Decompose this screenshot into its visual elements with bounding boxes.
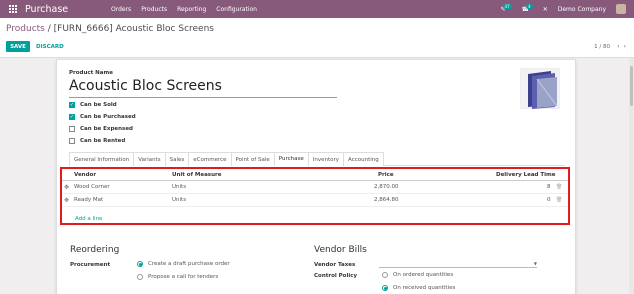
trash-icon[interactable]: 🗑	[556, 184, 562, 190]
pager-value[interactable]: 1 / 80	[594, 44, 610, 50]
pager-arrows: ‹ ›	[617, 43, 626, 50]
breadcrumb-separator: /	[44, 24, 54, 34]
vendor-pricelist-table: Vendor Unit of Measure Price Delivery Le…	[60, 167, 570, 225]
price-cell: 2,870.00	[374, 184, 399, 190]
scrollbar-thumb[interactable]	[630, 66, 633, 106]
menu-reporting[interactable]: Reporting	[177, 6, 206, 13]
table-row[interactable]: ✥ Ready Mat Units 2,864.80 0 🗑	[62, 195, 568, 207]
company-switcher[interactable]: Demo Company	[558, 6, 606, 13]
checkbox-unchecked-icon[interactable]	[69, 138, 75, 144]
vendor-taxes-label: Vendor Taxes	[314, 262, 356, 268]
activity-icon[interactable]: ☎4	[522, 3, 533, 13]
radio-label: On received quantities	[393, 285, 456, 291]
product-name-label: Product Name	[69, 70, 113, 76]
radio-label: On ordered quantities	[393, 272, 454, 278]
navbar-systray: ✎47 ☎4 ✕ Demo Company	[501, 0, 626, 18]
table-row[interactable]: ✥ Wood Corner Units 2,870.00 8 🗑	[62, 182, 568, 194]
add-line-link[interactable]: Add a line	[75, 216, 102, 222]
caret-down-icon[interactable]: ▼	[534, 261, 537, 266]
radio-create-draft-po[interactable]: Create a draft purchase order	[137, 261, 230, 267]
radio-on-ordered-quantities[interactable]: On ordered quantities	[382, 272, 453, 278]
radio-label: Create a draft purchase order	[148, 261, 230, 267]
apps-menu-icon[interactable]	[8, 5, 17, 14]
product-name-input[interactable]: Acoustic Bloc Screens	[69, 78, 337, 98]
app-title: Purchase	[25, 3, 69, 15]
radio-selected-icon[interactable]	[382, 285, 388, 291]
chevron-left-icon[interactable]: ‹	[617, 43, 619, 50]
lead-time-cell: 0	[547, 197, 551, 203]
form-tabs: General Information Variants Sales eComm…	[69, 152, 565, 166]
top-navbar: Purchase Orders Products Reporting Confi…	[0, 0, 634, 18]
tab-point-of-sale[interactable]: Point of Sale	[230, 152, 275, 166]
chevron-right-icon[interactable]: ›	[624, 43, 626, 50]
radio-on-received-quantities[interactable]: On received quantities	[382, 285, 455, 291]
vendor-cell: Ready Mat	[74, 197, 104, 203]
radio-call-for-tenders[interactable]: Propose a call for tenders	[137, 274, 218, 280]
checkbox-label: Can be Expensed	[80, 126, 133, 132]
menu-products[interactable]: Products	[141, 6, 167, 13]
vendor-bills-title: Vendor Bills	[314, 245, 367, 255]
drag-handle-icon[interactable]: ✥	[64, 184, 69, 191]
breadcrumb-products-link[interactable]: Products	[6, 24, 45, 34]
tab-general-information[interactable]: General Information	[69, 152, 135, 166]
control-panel: Products / [FURN_6666] Acoustic Bloc Scr…	[0, 18, 634, 58]
product-image[interactable]	[520, 68, 560, 109]
column-header-lead-time[interactable]: Delivery Lead Time	[496, 172, 556, 178]
checkbox-label: Can be Purchased	[80, 114, 136, 120]
menu-orders[interactable]: Orders	[111, 6, 131, 13]
control-policy-label: Control Policy	[314, 273, 358, 279]
checkbox-unchecked-icon[interactable]	[69, 126, 75, 132]
tab-purchase[interactable]: Purchase	[273, 152, 309, 166]
main-menu: Orders Products Reporting Configuration	[111, 6, 257, 13]
column-header-price[interactable]: Price	[378, 172, 394, 178]
product-form-sheet: Product Name Acoustic Bloc Screens ✓ Can…	[56, 59, 576, 294]
checkbox-can-be-sold[interactable]: ✓ Can be Sold	[69, 102, 117, 108]
tab-sales[interactable]: Sales	[164, 152, 190, 166]
close-icon[interactable]: ✕	[543, 6, 548, 13]
lead-time-cell: 8	[547, 184, 551, 190]
table-header: Vendor Unit of Measure Price Delivery Le…	[62, 170, 568, 181]
reordering-title: Reordering	[70, 245, 120, 255]
procurement-label: Procurement	[70, 262, 111, 268]
column-header-uom[interactable]: Unit of Measure	[172, 172, 221, 178]
save-button[interactable]: SAVE	[6, 41, 30, 52]
tab-variants[interactable]: Variants	[133, 152, 166, 166]
checkbox-can-be-rented[interactable]: Can be Rented	[69, 138, 125, 144]
page-scrollbar[interactable]	[629, 58, 634, 294]
checkbox-can-be-purchased[interactable]: ✓ Can be Purchased	[69, 114, 136, 120]
checkbox-label: Can be Rented	[80, 138, 126, 144]
trash-icon[interactable]: 🗑	[556, 197, 562, 203]
vendor-cell: Wood Corner	[74, 184, 110, 190]
checkbox-can-be-expensed[interactable]: Can be Expensed	[69, 126, 133, 132]
menu-configuration[interactable]: Configuration	[216, 6, 257, 13]
chat-count-badge: 47	[502, 3, 512, 9]
tab-accounting[interactable]: Accounting	[343, 152, 384, 166]
uom-cell: Units	[172, 197, 187, 203]
radio-unselected-icon[interactable]	[137, 274, 143, 280]
checkbox-label: Can be Sold	[80, 102, 117, 108]
activity-count-badge: 4	[526, 3, 533, 9]
discard-button[interactable]: DISCARD	[34, 41, 66, 52]
uom-cell: Units	[172, 184, 187, 190]
tab-inventory[interactable]: Inventory	[307, 152, 345, 166]
tab-ecommerce[interactable]: eCommerce	[188, 152, 232, 166]
checkbox-checked-icon[interactable]: ✓	[69, 114, 75, 120]
breadcrumb-current: [FURN_6666] Acoustic Bloc Screens	[53, 24, 214, 34]
price-cell: 2,864.80	[374, 197, 399, 203]
drag-handle-icon[interactable]: ✥	[64, 197, 69, 204]
chat-icon[interactable]: ✎47	[501, 3, 512, 13]
vendor-taxes-select[interactable]: ▼	[379, 260, 537, 268]
avatar[interactable]	[616, 4, 626, 14]
column-header-vendor[interactable]: Vendor	[74, 172, 96, 178]
radio-unselected-icon[interactable]	[382, 272, 388, 278]
breadcrumb: Products / [FURN_6666] Acoustic Bloc Scr…	[6, 24, 214, 34]
radio-label: Propose a call for tenders	[148, 274, 219, 280]
radio-selected-icon[interactable]	[137, 261, 143, 267]
checkbox-checked-icon[interactable]: ✓	[69, 102, 75, 108]
